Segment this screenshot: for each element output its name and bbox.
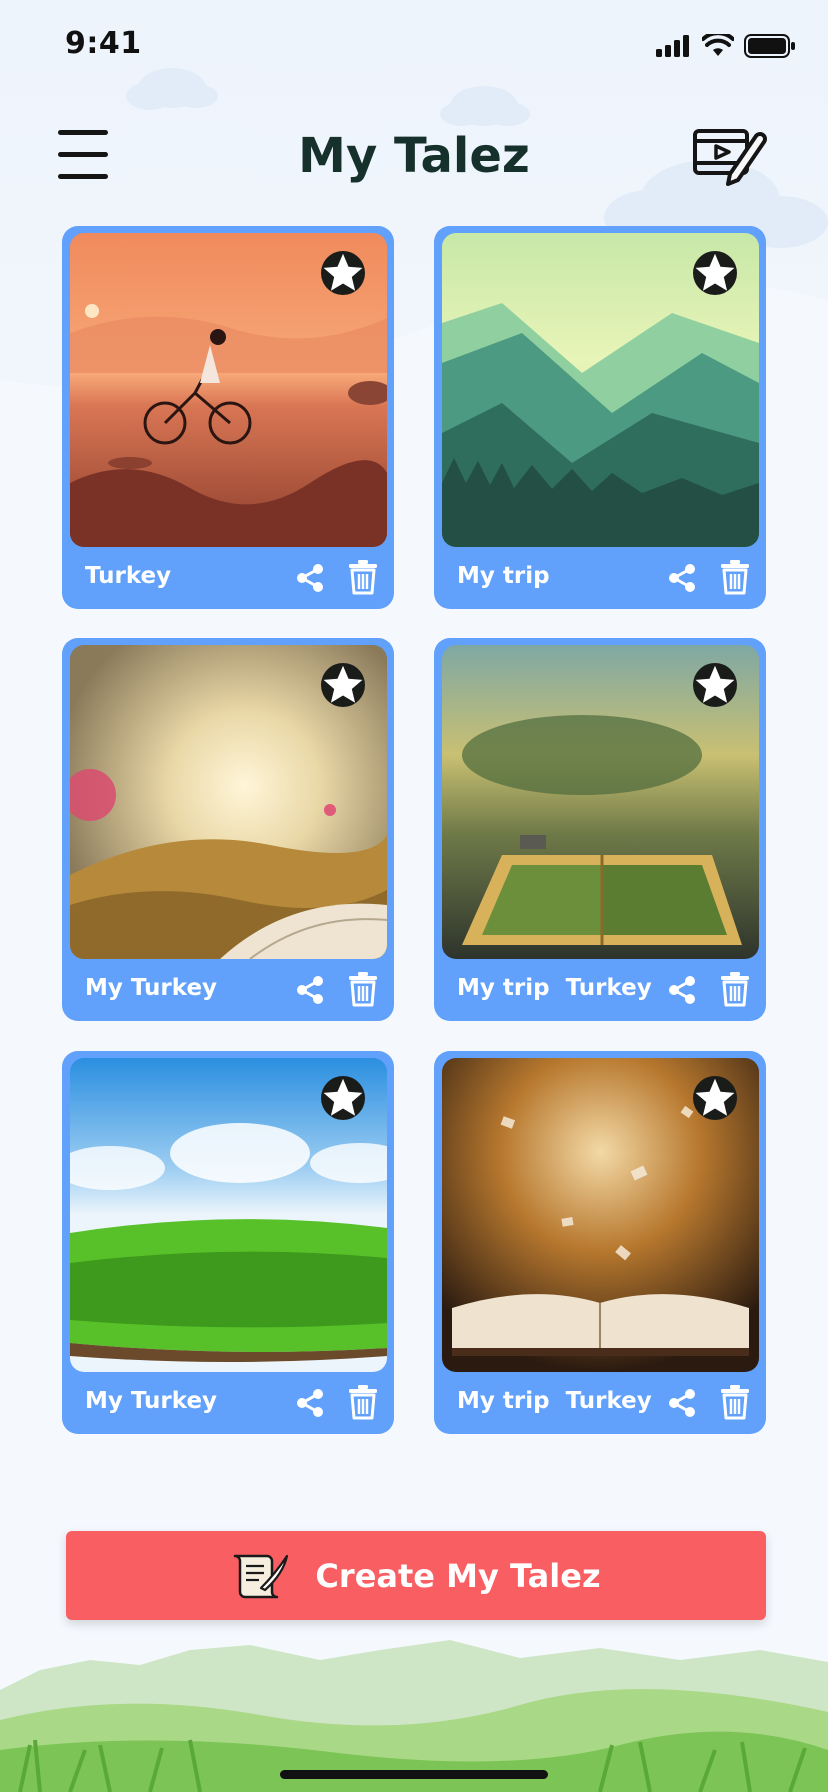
- tale-card-footer: My trip Turkey: [434, 1372, 766, 1434]
- tale-title: Turkey: [85, 563, 172, 589]
- trash-icon: [721, 560, 749, 595]
- tale-card[interactable]: My trip Turkey: [434, 1051, 766, 1434]
- share-icon: [297, 976, 323, 1004]
- tale-card-footer: My Turkey: [62, 959, 394, 1021]
- tale-card-footer: My Turkey: [62, 1372, 394, 1434]
- tale-thumbnail: [442, 645, 759, 959]
- status-bar: 9:41: [0, 0, 828, 90]
- tale-card[interactable]: My Turkey: [62, 638, 394, 1021]
- star-icon: [323, 1078, 363, 1116]
- share-icon: [669, 976, 695, 1004]
- trash-icon: [721, 972, 749, 1007]
- tale-title: My Turkey: [85, 1388, 218, 1414]
- tale-title: My trip Turkey: [457, 1388, 652, 1414]
- status-time: 9:41: [65, 26, 142, 61]
- video-edit-icon: [693, 129, 767, 186]
- tale-thumbnail: [70, 645, 387, 959]
- tale-card-footer: My trip: [434, 547, 766, 609]
- tale-card[interactable]: My trip Turkey: [434, 638, 766, 1021]
- tale-card[interactable]: My Turkey: [62, 1051, 394, 1434]
- trash-icon: [721, 1385, 749, 1420]
- wifi-icon: [702, 34, 734, 56]
- trash-icon: [349, 972, 377, 1007]
- star-icon: [695, 253, 735, 291]
- tale-thumbnail: [442, 1058, 759, 1372]
- battery-icon: [744, 34, 795, 58]
- status-icons: [656, 34, 796, 58]
- share-button[interactable]: [666, 562, 698, 594]
- favorite-button[interactable]: [693, 1076, 737, 1120]
- share-button[interactable]: [294, 1387, 326, 1419]
- tale-title: My trip: [457, 563, 550, 589]
- scroll-quill-icon: [234, 1554, 289, 1598]
- tale-card-footer: Turkey: [62, 547, 394, 609]
- cellular-signal-icon: [656, 35, 689, 57]
- share-icon: [669, 1389, 695, 1417]
- share-button[interactable]: [294, 562, 326, 594]
- delete-button[interactable]: [720, 559, 750, 595]
- create-my-talez-button[interactable]: Create My Talez: [66, 1531, 766, 1620]
- star-icon: [323, 665, 363, 703]
- trash-icon: [349, 560, 377, 595]
- share-button[interactable]: [666, 974, 698, 1006]
- share-icon: [669, 564, 695, 592]
- talez-grid: Turkey My trip My Turkey My trip Turkey …: [62, 226, 766, 1434]
- favorite-button[interactable]: [321, 663, 365, 707]
- video-editor-button[interactable]: [692, 126, 768, 190]
- favorite-button[interactable]: [321, 1076, 365, 1120]
- header: My Talez: [0, 110, 828, 210]
- share-icon: [297, 564, 323, 592]
- tale-thumbnail: [70, 1058, 387, 1372]
- tale-title: My trip Turkey: [457, 975, 652, 1001]
- favorite-button[interactable]: [321, 251, 365, 295]
- trash-icon: [349, 1385, 377, 1420]
- tale-title: My Turkey: [85, 975, 218, 1001]
- delete-button[interactable]: [348, 559, 378, 595]
- favorite-button[interactable]: [693, 663, 737, 707]
- create-button-label: Create My Talez: [315, 1556, 601, 1595]
- delete-button[interactable]: [720, 1384, 750, 1420]
- delete-button[interactable]: [720, 971, 750, 1007]
- delete-button[interactable]: [348, 971, 378, 1007]
- star-icon: [695, 1078, 735, 1116]
- tale-card[interactable]: My trip: [434, 226, 766, 609]
- star-icon: [695, 665, 735, 703]
- tale-thumbnail: [70, 233, 387, 547]
- star-icon: [323, 253, 363, 291]
- share-button[interactable]: [294, 974, 326, 1006]
- tale-card[interactable]: Turkey: [62, 226, 394, 609]
- tale-thumbnail: [442, 233, 759, 547]
- share-icon: [297, 1389, 323, 1417]
- delete-button[interactable]: [348, 1384, 378, 1420]
- home-indicator[interactable]: [280, 1770, 548, 1779]
- favorite-button[interactable]: [693, 251, 737, 295]
- tale-card-footer: My trip Turkey: [434, 959, 766, 1021]
- share-button[interactable]: [666, 1387, 698, 1419]
